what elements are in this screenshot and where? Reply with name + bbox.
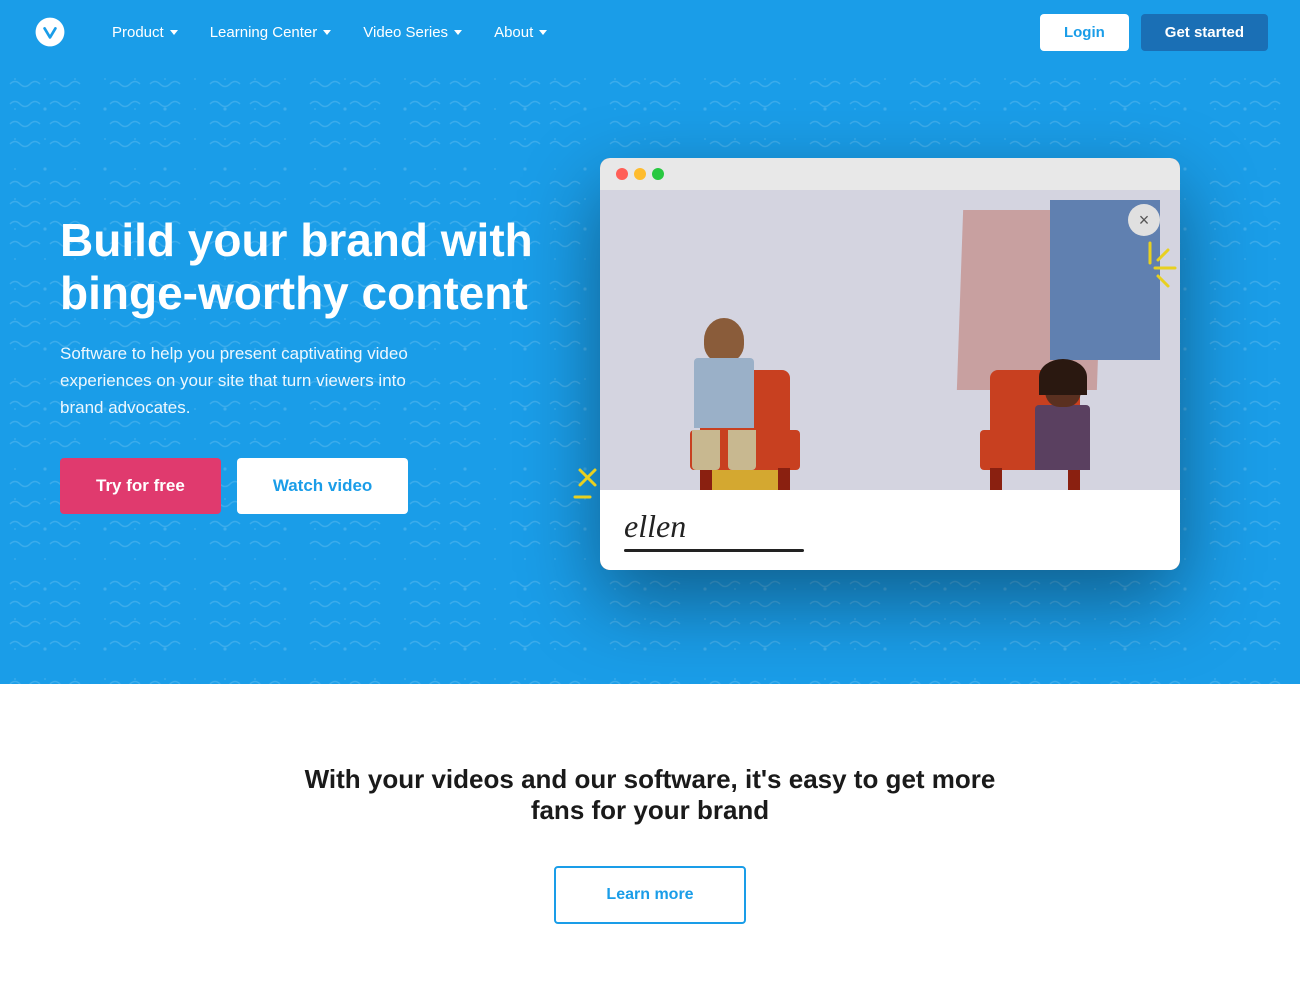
- login-button[interactable]: Login: [1040, 14, 1129, 51]
- sparkle-decoration-bottom: [570, 455, 620, 510]
- browser-dot-green: [652, 168, 664, 180]
- nav-actions: Login Get started: [1040, 14, 1268, 51]
- logo[interactable]: [32, 14, 68, 50]
- video-frame: [600, 190, 1180, 490]
- hero-subtitle: Software to help you present captivating…: [60, 340, 440, 422]
- section-two: With your videos and our software, it's …: [0, 684, 1300, 984]
- person-left: [690, 318, 758, 470]
- learn-more-button[interactable]: Learn more: [554, 866, 745, 924]
- browser-footer: ellen: [600, 490, 1180, 570]
- chevron-down-icon: [454, 30, 462, 35]
- nav-item-video-series[interactable]: Video Series: [351, 16, 474, 49]
- watch-video-button[interactable]: Watch video: [237, 458, 409, 514]
- video-scene: [600, 190, 1180, 490]
- try-for-free-button[interactable]: Try for free: [60, 458, 221, 514]
- get-started-button[interactable]: Get started: [1141, 14, 1268, 51]
- signature-text: ellen: [624, 508, 804, 545]
- hero-buttons: Try for free Watch video: [60, 458, 540, 514]
- navbar: Product Learning Center Video Series Abo…: [0, 0, 1300, 64]
- nav-item-about[interactable]: About: [482, 16, 559, 49]
- nav-item-product[interactable]: Product: [100, 16, 190, 49]
- hero-title: Build your brand with binge-worthy conte…: [60, 214, 540, 320]
- nav-item-learning-center[interactable]: Learning Center: [198, 16, 344, 49]
- hero-section: Build your brand with binge-worthy conte…: [0, 64, 1300, 684]
- browser-content: ellen: [600, 190, 1180, 570]
- chevron-down-icon: [323, 30, 331, 35]
- browser-dot-yellow: [634, 168, 646, 180]
- hero-visual: ellen ×: [540, 158, 1240, 570]
- section-two-title: With your videos and our software, it's …: [300, 764, 1000, 826]
- chevron-down-icon: [539, 30, 547, 35]
- nav-links: Product Learning Center Video Series Abo…: [100, 16, 1040, 49]
- hero-content: Build your brand with binge-worthy conte…: [60, 214, 540, 513]
- person-right: [1035, 367, 1090, 470]
- browser-dot-red: [616, 168, 628, 180]
- browser-window: ellen ×: [600, 158, 1180, 570]
- chevron-down-icon: [170, 30, 178, 35]
- sparkle-decoration: [1120, 238, 1180, 303]
- browser-titlebar: [600, 158, 1180, 190]
- signature-line: [624, 549, 804, 552]
- browser-close-button[interactable]: ×: [1128, 204, 1160, 236]
